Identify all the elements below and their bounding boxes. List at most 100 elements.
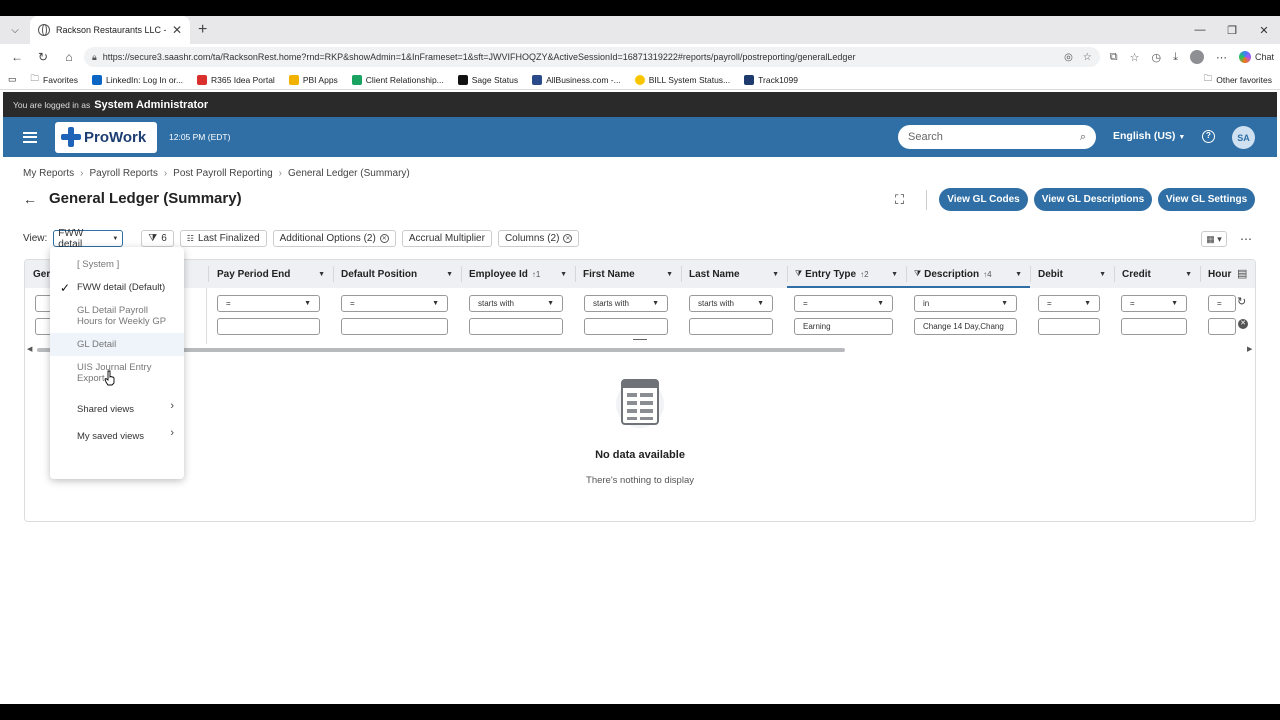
home-icon[interactable]: ⌂ — [58, 50, 80, 64]
shared-views-submenu[interactable]: Shared views › — [50, 396, 184, 423]
filter-operator-select[interactable]: starts with ▼ — [584, 295, 668, 312]
history-icon[interactable]: ◷ — [1152, 51, 1162, 64]
url-field[interactable]: 🔒︎ https://secure3.saashr.com/ta/Rackson… — [84, 47, 1100, 67]
favorite-folder[interactable]: 🗀︎ Favorites — [31, 73, 78, 87]
favorite-link[interactable]: PBI Apps — [288, 74, 338, 85]
column-menu-icon[interactable]: ▼ — [1099, 271, 1106, 278]
minimize-icon[interactable]: — — [1184, 16, 1216, 44]
view-select[interactable]: FWW detail ▼ — [53, 228, 124, 250]
browser-tab[interactable]: Rackson Restaurants LLC - My Rep ✕ — [30, 16, 190, 44]
filter-operator-select[interactable]: = ▼ — [794, 295, 893, 312]
clear-icon[interactable]: ✕ — [563, 234, 573, 243]
site-info-icon[interactable]: 🔒︎ — [92, 52, 97, 63]
profile-avatar[interactable] — [1189, 50, 1204, 64]
breadcrumb-my-reports[interactable]: My Reports — [23, 168, 74, 179]
filter-value-input[interactable] — [584, 318, 668, 335]
filter-operator-select[interactable]: = ▼ — [341, 295, 448, 312]
accrual-multiplier-chip[interactable]: Accrual Multiplier — [401, 230, 492, 247]
filter-value-input[interactable] — [341, 318, 448, 335]
breadcrumb-payroll-reports[interactable]: Payroll Reports — [89, 168, 157, 179]
favorite-link[interactable]: R365 Idea Portal — [197, 74, 275, 85]
fullscreen-icon[interactable]: ⛶ — [895, 192, 909, 207]
refresh-icon[interactable]: ↻ — [32, 50, 54, 64]
column-menu-icon[interactable]: ▼ — [891, 271, 898, 278]
filter-button[interactable]: ⧩ 6 — [141, 230, 174, 247]
additional-options-chip[interactable]: Additional Options (2) ✕ — [272, 230, 396, 247]
column-header-employee-id[interactable]: Employee Id ↑1 ▼ — [461, 260, 575, 288]
prowork-logo[interactable]: ProWork — [55, 121, 157, 153]
breadcrumb-post-payroll[interactable]: Post Payroll Reporting — [173, 168, 273, 179]
favorite-link[interactable]: Track1099 — [744, 74, 798, 85]
view-option-system[interactable]: [ System ] — [50, 253, 184, 276]
view-option-gl-detail[interactable]: GL Detail — [50, 333, 184, 356]
favorite-link[interactable]: Client Relationship... — [351, 74, 444, 85]
filter-operator-select[interactable]: = ▼ — [217, 295, 320, 312]
refresh-icon[interactable]: ↻ — [1237, 295, 1246, 308]
collapse-filter-grip-icon[interactable] — [633, 339, 647, 343]
chat-button[interactable]: Chat — [1238, 51, 1274, 63]
column-menu-icon[interactable]: ▼ — [772, 271, 779, 278]
filter-operator-select[interactable]: in ▼ — [914, 295, 1017, 312]
view-option-uis-journal[interactable]: UIS Journal Entry Export — [50, 356, 184, 396]
other-favorites[interactable]: 🗀︎ Other favorites — [1204, 73, 1272, 87]
view-gl-descriptions-button[interactable]: View GL Descriptions — [1034, 188, 1152, 211]
filter-value-input[interactable] — [1038, 318, 1100, 335]
column-chooser-icon[interactable]: ▤ — [1237, 267, 1247, 280]
my-saved-views-submenu[interactable]: My saved views › — [50, 423, 184, 450]
column-header-first-name[interactable]: First Name ▼ — [575, 260, 681, 288]
filter-operator-select[interactable]: = ▼ — [1038, 295, 1100, 312]
language-selector[interactable]: English (US) ▼ — [1113, 130, 1185, 142]
favorite-link[interactable]: AllBusiness.com -... — [532, 74, 621, 85]
more-menu-icon[interactable]: ⋯ — [1216, 51, 1227, 64]
favorite-star-icon[interactable]: ☆ — [1083, 52, 1092, 63]
column-header-description[interactable]: ⧩ Description ↑4 ▼ — [906, 260, 1030, 288]
columns-chip[interactable]: Columns (2) ✕ — [497, 230, 580, 247]
last-finalized-chip[interactable]: ☷ Last Finalized — [179, 230, 267, 247]
column-menu-icon[interactable]: ▼ — [1015, 271, 1022, 278]
filter-value-input[interactable] — [1208, 318, 1236, 335]
filter-operator-select[interactable]: starts with ▼ — [689, 295, 773, 312]
restore-icon[interactable]: ❐ — [1216, 16, 1248, 44]
scroll-left-icon[interactable]: ◀ — [27, 345, 32, 353]
column-menu-icon[interactable]: ▼ — [560, 271, 567, 278]
column-header-entry-type[interactable]: ⧩ Entry Type ↑2 ▼ — [787, 260, 906, 288]
new-tab-icon[interactable]: + — [198, 21, 207, 39]
filter-value-input[interactable] — [1121, 318, 1187, 335]
filter-value-input[interactable]: Change 14 Day,Chang — [914, 318, 1017, 335]
tab-actions-chevron-icon[interactable]: ⌵ — [4, 19, 26, 41]
filter-value-input[interactable] — [217, 318, 320, 335]
back-arrow-icon[interactable]: ← — [23, 191, 37, 207]
column-header-pay-period-end[interactable]: Pay Period End ▼ — [209, 260, 333, 288]
filter-operator-select[interactable]: = — [1208, 295, 1236, 312]
search-input[interactable] — [908, 131, 1058, 143]
scroll-right-icon[interactable]: ▶ — [1247, 345, 1252, 353]
filter-value-input[interactable] — [689, 318, 773, 335]
search-icon[interactable]: ⌕ — [1080, 131, 1086, 144]
tracking-icon[interactable]: ◎ — [1064, 52, 1073, 63]
clear-filters-icon[interactable]: ✕ — [1238, 319, 1248, 329]
column-menu-icon[interactable]: ▼ — [318, 271, 325, 278]
extensions-icon[interactable]: ⧉ — [1110, 51, 1118, 64]
filter-operator-select[interactable]: starts with ▼ — [469, 295, 563, 312]
view-gl-settings-button[interactable]: View GL Settings — [1158, 188, 1255, 211]
favorite-link[interactable]: BILL System Status... — [634, 74, 730, 85]
filter-value-input[interactable] — [469, 318, 563, 335]
favorite-link[interactable]: Sage Status — [457, 74, 518, 85]
column-header-debit[interactable]: Debit ▼ — [1030, 260, 1114, 288]
window-close-icon[interactable]: ✕ — [1248, 16, 1280, 44]
search-box[interactable]: ⌕ — [898, 125, 1096, 149]
view-option-fww-detail[interactable]: ✓ FWW detail (Default) — [50, 276, 184, 299]
column-menu-icon[interactable]: ▼ — [1185, 271, 1192, 278]
view-gl-codes-button[interactable]: View GL Codes — [939, 188, 1028, 211]
column-layout-icon[interactable]: ▦ ▾ — [1201, 231, 1227, 247]
view-option-gl-detail-payroll[interactable]: GL Detail Payroll Hours for Weekly GP — [50, 299, 184, 333]
column-header-default-position[interactable]: Default Position ▼ — [333, 260, 461, 288]
more-options-icon[interactable]: ⋯ — [1237, 231, 1255, 247]
column-header-hours[interactable]: Hour — [1200, 260, 1236, 288]
tab-close-icon[interactable]: ✕ — [172, 23, 182, 37]
column-menu-icon[interactable]: ▼ — [446, 271, 453, 278]
favorites-icon[interactable]: ☆ — [1130, 51, 1140, 64]
column-header-last-name[interactable]: Last Name ▼ — [681, 260, 787, 288]
column-header-credit[interactable]: Credit ▼ — [1114, 260, 1200, 288]
favorite-link[interactable]: LinkedIn: Log In or... — [92, 74, 183, 85]
